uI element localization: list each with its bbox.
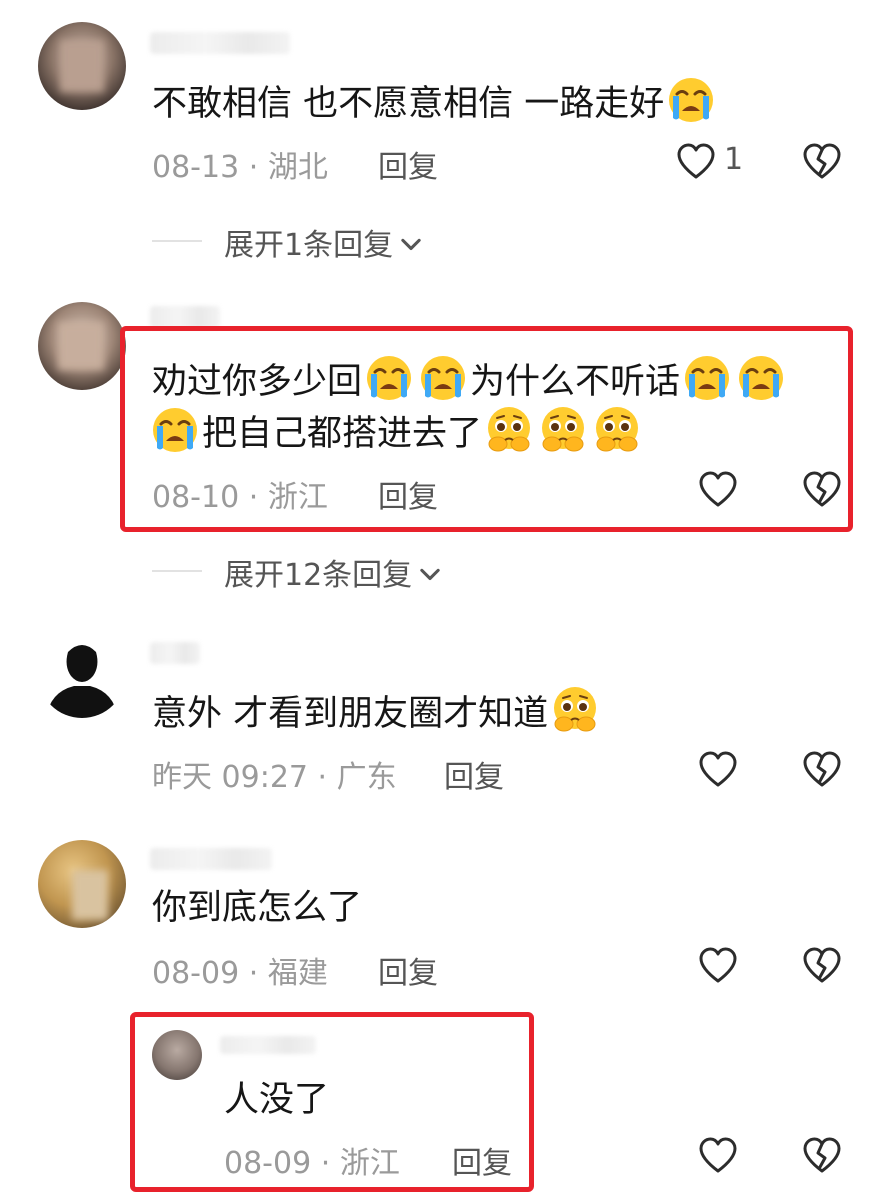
comment-meta: 昨天 09:27 · 广东 — [152, 752, 397, 796]
comment-text: 劝过你多少回 为什么不听话 — [152, 352, 788, 408]
comment-date: 昨天 09:27 — [152, 760, 308, 795]
comment-text-body: 意外 才看到朋友圈才知道 — [152, 694, 549, 734]
avatar[interactable] — [38, 302, 126, 390]
comment-text-part: 劝过你多少回 — [152, 362, 363, 402]
comment-text: 不敢相信 也不愿意相信 一路走好 — [152, 74, 718, 130]
chevron-down-icon — [416, 561, 444, 589]
comment-date: 08-13 — [152, 150, 240, 185]
meta-separator: · — [248, 956, 259, 991]
reply-text: 人没了 — [224, 1074, 329, 1126]
expand-replies-button[interactable]: 展开1条回复 — [224, 220, 425, 264]
expand-replies-label: 展开12条回复 — [224, 558, 413, 593]
broken-heart-icon[interactable] — [802, 1136, 842, 1176]
comment-location: 浙江 — [267, 480, 328, 515]
heart-icon[interactable] — [698, 750, 738, 790]
loudly-crying-emoji-icon — [418, 352, 468, 402]
comment-text-part: 把自己都搭进去了 — [202, 414, 483, 454]
expand-replies-label: 展开1条回复 — [224, 228, 394, 263]
comment-meta: 08-13 · 湖北 — [152, 142, 328, 186]
loudly-crying-emoji-icon — [150, 404, 200, 454]
comment-text: 意外 才看到朋友圈才知道 — [152, 684, 602, 740]
avatar[interactable] — [38, 22, 126, 110]
like-count: 1 — [724, 142, 744, 177]
reply-text-body: 人没了 — [224, 1080, 330, 1120]
comment-text-line2: 把自己都搭进去了 — [148, 404, 644, 460]
heart-icon[interactable] — [676, 142, 716, 182]
reply-button[interactable]: 回复 — [378, 948, 438, 992]
reply-button[interactable]: 回复 — [452, 1138, 512, 1182]
username[interactable] — [150, 848, 272, 870]
reply-location: 浙江 — [339, 1146, 400, 1181]
loudly-crying-emoji-icon — [364, 352, 414, 402]
broken-heart-icon[interactable] — [802, 470, 842, 510]
avatar[interactable] — [152, 1030, 202, 1080]
heart-icon[interactable] — [698, 1136, 738, 1176]
comment-text-part: 为什么不听话 — [470, 362, 681, 402]
comment-meta: 08-09 · 福建 — [152, 948, 328, 992]
expand-replies-button[interactable]: 展开12条回复 — [224, 550, 444, 594]
heart-icon[interactable] — [698, 470, 738, 510]
reply-button[interactable]: 回复 — [378, 142, 438, 186]
reply-date: 08-09 — [224, 1146, 312, 1181]
divider — [152, 570, 202, 572]
holding-back-tears-emoji-icon — [538, 404, 588, 454]
holding-back-tears-emoji-icon — [484, 404, 534, 454]
chevron-down-icon — [397, 231, 425, 259]
holding-back-tears-emoji-icon — [592, 404, 642, 454]
reply-button[interactable]: 回复 — [378, 472, 438, 516]
comment-location: 广东 — [336, 760, 397, 795]
meta-separator: · — [320, 1146, 331, 1181]
meta-separator: · — [317, 760, 328, 795]
broken-heart-icon[interactable] — [802, 946, 842, 986]
broken-heart-icon[interactable] — [802, 750, 842, 790]
loudly-crying-emoji-icon — [666, 74, 716, 124]
comment-location: 福建 — [267, 956, 328, 991]
username[interactable] — [150, 306, 220, 328]
comment-text-body: 你到底怎么了 — [152, 888, 363, 928]
holding-back-tears-emoji-icon — [550, 684, 600, 734]
comment-text: 你到底怎么了 — [152, 882, 362, 934]
comment-date: 08-10 — [152, 480, 240, 515]
broken-heart-icon[interactable] — [802, 142, 842, 182]
username[interactable] — [150, 642, 200, 664]
comment-text-body: 不敢相信 也不愿意相信 一路走好 — [152, 84, 665, 124]
comment-date: 08-09 — [152, 956, 240, 991]
reply-meta: 08-09 · 浙江 — [224, 1138, 400, 1182]
username[interactable] — [150, 32, 290, 54]
loudly-crying-emoji-icon — [736, 352, 786, 402]
avatar[interactable] — [38, 630, 126, 718]
comment-meta: 08-10 · 浙江 — [152, 472, 328, 516]
reply-button[interactable]: 回复 — [444, 752, 504, 796]
comment-location: 湖北 — [267, 150, 328, 185]
avatar[interactable] — [38, 840, 126, 928]
meta-separator: · — [248, 480, 259, 515]
username[interactable] — [220, 1036, 316, 1054]
heart-icon[interactable] — [698, 946, 738, 986]
meta-separator: · — [248, 150, 259, 185]
loudly-crying-emoji-icon — [682, 352, 732, 402]
divider — [152, 240, 202, 242]
